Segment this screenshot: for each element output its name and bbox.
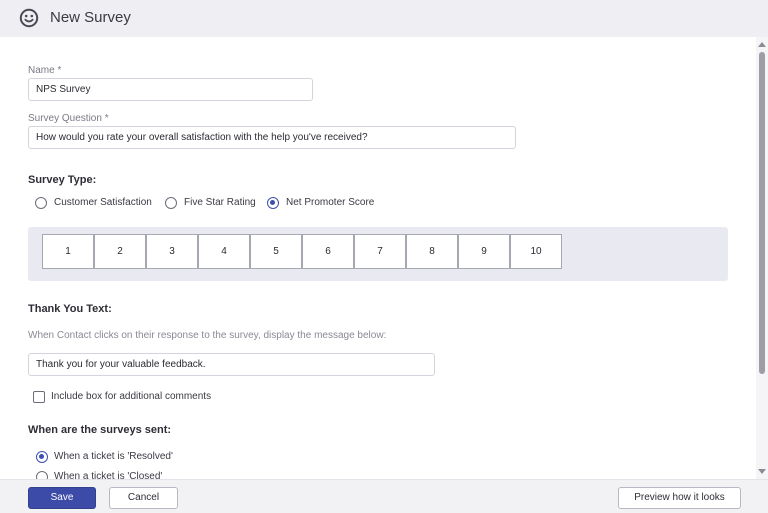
survey-form: Name * NPS Survey Survey Question * How … (0, 37, 756, 479)
scale-option: 5 (250, 234, 302, 269)
scroll-up-icon[interactable] (758, 42, 766, 47)
scroll-down-icon[interactable] (758, 469, 766, 474)
radio-five-star-rating-label: Five Star Rating (184, 197, 256, 208)
radio-ticket-closed[interactable] (36, 471, 48, 479)
save-button[interactable]: Save (28, 487, 96, 509)
smiley-icon (19, 8, 39, 28)
page-header: New Survey (0, 0, 768, 37)
footer-bar: Save Cancel Preview how it looks (0, 479, 768, 513)
radio-customer-satisfaction[interactable] (35, 197, 47, 209)
radio-net-promoter-score[interactable] (267, 197, 279, 209)
survey-type-heading: Survey Type: (28, 174, 97, 186)
page-title: New Survey (50, 9, 131, 26)
radio-ticket-resolved-label: When a ticket is 'Resolved' (54, 451, 173, 462)
radio-five-star-rating[interactable] (165, 197, 177, 209)
thank-you-hint: When Contact clicks on their response to… (28, 330, 387, 341)
preview-button[interactable]: Preview how it looks (618, 487, 741, 509)
scale-option: 10 (510, 234, 562, 269)
scale-option: 4 (198, 234, 250, 269)
scale-option: 2 (94, 234, 146, 269)
scale-option: 3 (146, 234, 198, 269)
cancel-button[interactable]: Cancel (109, 487, 178, 509)
survey-question-label: Survey Question * (28, 113, 109, 124)
scale-option: 9 (458, 234, 510, 269)
nps-scale-preview: 1 2 3 4 5 6 7 8 9 10 (28, 227, 728, 281)
survey-question-input[interactable]: How would you rate your overall satisfac… (28, 126, 516, 149)
radio-net-promoter-score-label: Net Promoter Score (286, 197, 375, 208)
scale-option: 6 (302, 234, 354, 269)
radio-ticket-resolved[interactable] (36, 451, 48, 463)
radio-customer-satisfaction-label: Customer Satisfaction (54, 197, 152, 208)
thank-you-heading: Thank You Text: (28, 303, 112, 315)
radio-ticket-closed-label: When a ticket is 'Closed' (54, 471, 163, 479)
name-label: Name * (28, 65, 62, 76)
scale-option: 8 (406, 234, 458, 269)
scale-option: 1 (42, 234, 94, 269)
scrollbar-thumb[interactable] (759, 52, 765, 374)
additional-comments-label: Include box for additional comments (51, 391, 212, 402)
scale-option: 7 (354, 234, 406, 269)
additional-comments-checkbox[interactable] (33, 391, 45, 403)
name-input[interactable]: NPS Survey (28, 78, 313, 101)
surveys-sent-heading: When are the surveys sent: (28, 424, 172, 436)
thank-you-text-input[interactable]: Thank you for your valuable feedback. (28, 353, 435, 376)
